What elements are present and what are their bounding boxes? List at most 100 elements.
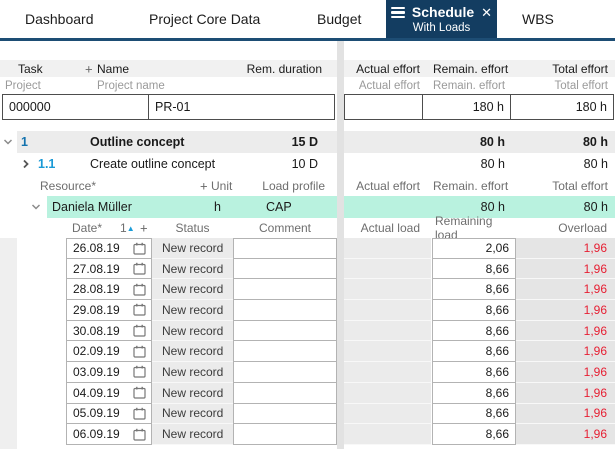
project-id-field[interactable]: 000000: [2, 94, 150, 120]
project-actual-effort-field[interactable]: [344, 94, 424, 120]
date-cell[interactable]: 06.09.19: [66, 424, 152, 445]
load-row: 05.09.19 New record 8,66 1,96: [0, 403, 615, 425]
tab-budget[interactable]: Budget: [317, 0, 361, 38]
date-cell[interactable]: 27.08.19: [66, 258, 152, 280]
tab-project-core-data[interactable]: Project Core Data: [149, 0, 260, 38]
remaining-load-value: 8,66: [485, 427, 509, 442]
add-column-button[interactable]: +: [200, 178, 208, 193]
calendar-icon[interactable]: [133, 386, 146, 399]
remaining-load-cell[interactable]: 8,66: [432, 362, 516, 383]
actual-load-cell[interactable]: [344, 382, 432, 404]
date-value: 29.08.19: [73, 302, 120, 317]
hamburger-menu-icon[interactable]: [390, 7, 405, 18]
task-rem-duration: 10 D: [291, 157, 318, 171]
date-cell[interactable]: 03.09.19: [66, 362, 152, 383]
remaining-load-cell[interactable]: 8,66: [432, 341, 516, 363]
date-cell[interactable]: 04.09.19: [66, 382, 152, 404]
task-total-effort: 80 h: [582, 135, 608, 149]
actual-load-cell[interactable]: [344, 424, 432, 445]
col-header-task: Task: [18, 61, 43, 76]
row-indent: [17, 424, 66, 445]
calendar-icon[interactable]: [133, 283, 146, 296]
add-column-button[interactable]: +: [85, 61, 93, 76]
date-value: 28.08.19: [73, 282, 120, 297]
comment-cell[interactable]: [233, 424, 337, 445]
calendar-icon[interactable]: [133, 428, 146, 441]
actual-load-cell[interactable]: [344, 279, 432, 301]
row-indent: [17, 300, 66, 321]
calendar-icon[interactable]: [133, 262, 146, 275]
overload-cell: 1,96: [516, 258, 615, 280]
actual-load-cell[interactable]: [344, 238, 432, 259]
overload-value: 1,96: [583, 240, 607, 255]
date-cell[interactable]: 28.08.19: [66, 279, 152, 301]
add-column-button[interactable]: +: [140, 221, 148, 236]
date-cell[interactable]: 29.08.19: [66, 300, 152, 321]
status-cell: New record: [152, 362, 233, 383]
comment-cell[interactable]: [233, 341, 337, 363]
date-value: 06.09.19: [73, 427, 120, 442]
comment-cell[interactable]: [233, 362, 337, 383]
subheader-remain-effort: Remain. effort: [433, 79, 506, 92]
actual-load-cell[interactable]: [344, 300, 432, 321]
status-value: New record: [162, 406, 224, 421]
chevron-right-icon[interactable]: [22, 159, 30, 169]
task-row-1-1: 1.1 Create outline concept 10 D 80 h 80 …: [0, 153, 615, 175]
chevron-down-icon[interactable]: [31, 203, 41, 211]
comment-cell[interactable]: [233, 403, 337, 425]
calendar-icon[interactable]: [133, 242, 146, 255]
tab-schedule-active[interactable]: Schedule ✕ With Loads: [386, 0, 497, 38]
row-indent: [17, 259, 66, 280]
project-name-field[interactable]: PR-01: [148, 94, 335, 120]
overload-cell: 1,96: [516, 362, 615, 383]
date-cell[interactable]: 02.09.19: [66, 341, 152, 363]
comment-cell[interactable]: [233, 300, 337, 321]
calendar-icon[interactable]: [133, 303, 146, 317]
chevron-down-icon[interactable]: [3, 138, 13, 146]
project-total-effort-field[interactable]: 180 h: [510, 94, 614, 120]
remaining-load-cell[interactable]: 8,66: [432, 258, 516, 280]
overload-value: 1,96: [583, 302, 607, 317]
tab-dashboard[interactable]: Dashboard: [25, 0, 94, 38]
task-remain-effort: 80 h: [479, 135, 505, 149]
actual-load-cell[interactable]: [344, 320, 432, 342]
calendar-icon[interactable]: [133, 345, 146, 358]
pane-divider[interactable]: [337, 41, 344, 60]
actual-load-cell[interactable]: [344, 258, 432, 280]
calendar-icon[interactable]: [133, 407, 146, 420]
remaining-load-cell[interactable]: 8,66: [432, 382, 516, 404]
date-cell[interactable]: 30.08.19: [66, 320, 152, 342]
load-rows-container: 26.08.19 New record 2,06 1,96 27.08.19 N…: [0, 238, 615, 445]
comment-cell[interactable]: [233, 258, 337, 280]
task-name: Create outline concept: [90, 157, 216, 171]
date-cell[interactable]: 26.08.19: [66, 238, 152, 259]
calendar-icon[interactable]: [133, 324, 146, 337]
status-value: New record: [162, 261, 224, 276]
col-header-total-effort: Total effort: [552, 61, 608, 76]
status-cell: New record: [152, 300, 233, 321]
sort-indicator[interactable]: 1▲: [120, 221, 135, 235]
calendar-icon[interactable]: [133, 365, 146, 379]
actual-load-cell[interactable]: [344, 403, 432, 425]
remaining-load-cell[interactable]: 8,66: [432, 300, 516, 321]
remaining-load-cell[interactable]: 2,06: [432, 238, 516, 259]
actual-load-cell[interactable]: [344, 341, 432, 363]
comment-cell[interactable]: [233, 238, 337, 259]
comment-cell[interactable]: [233, 320, 337, 342]
spacer: [0, 41, 615, 60]
tab-wbs[interactable]: WBS: [522, 0, 554, 38]
comment-cell[interactable]: [233, 382, 337, 404]
remaining-load-cell[interactable]: 8,66: [432, 320, 516, 342]
remaining-load-cell[interactable]: 8,66: [432, 424, 516, 445]
remaining-load-cell[interactable]: 8,66: [432, 403, 516, 425]
status-value: New record: [162, 282, 224, 297]
project-remain-effort-field[interactable]: 180 h: [422, 94, 511, 120]
comment-cell[interactable]: [233, 279, 337, 301]
resource-row[interactable]: Daniela Müller h CAP 80 h 80 h: [0, 196, 615, 218]
date-cell[interactable]: 05.09.19: [66, 403, 152, 425]
actual-load-cell[interactable]: [344, 362, 432, 383]
status-cell: New record: [152, 238, 233, 259]
remaining-load-cell[interactable]: 8,66: [432, 279, 516, 301]
overload-value: 1,96: [583, 364, 607, 379]
close-icon[interactable]: ✕: [481, 3, 492, 22]
